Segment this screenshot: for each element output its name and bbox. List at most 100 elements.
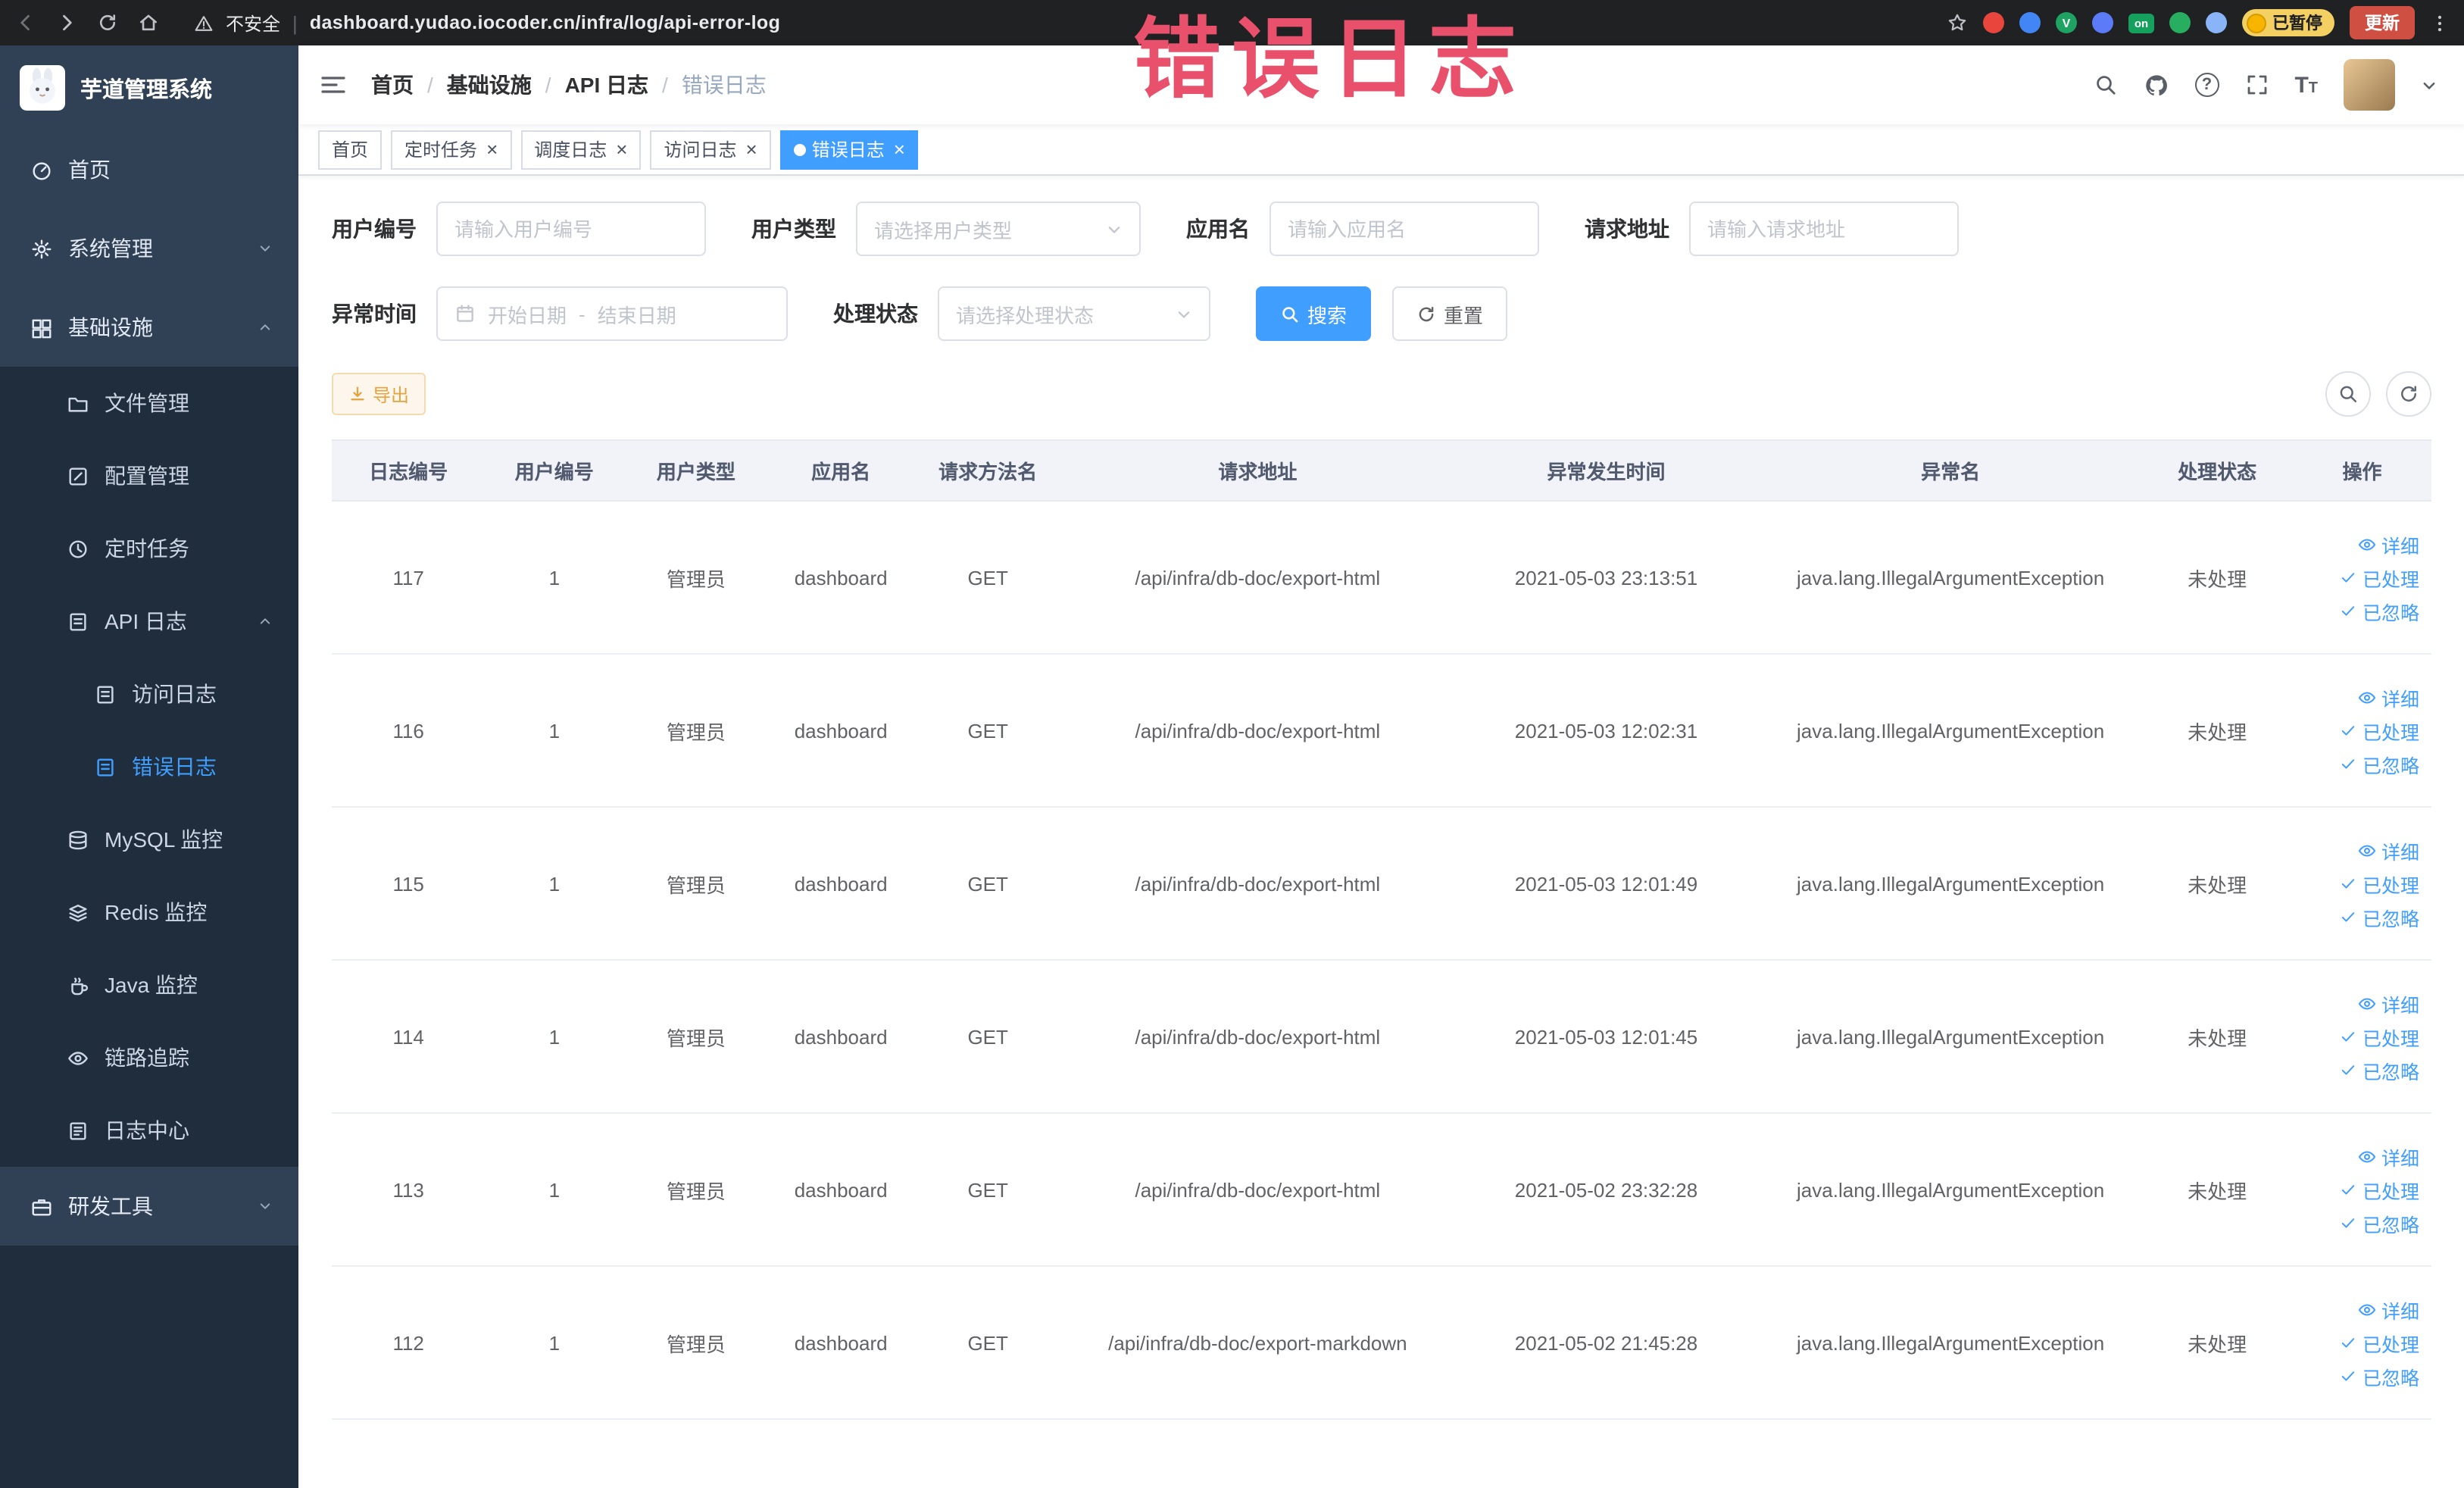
- filter-exception-time: 异常时间 开始日期 - 结束日期: [332, 286, 788, 341]
- extension-icon[interactable]: [2169, 12, 2191, 33]
- cell-id: 115: [332, 807, 486, 961]
- sidebar-item-java[interactable]: Java 监控: [0, 949, 298, 1021]
- extension-on-badge[interactable]: on: [2128, 13, 2154, 33]
- export-button[interactable]: 导出: [332, 373, 426, 415]
- row-action-detail[interactable]: 详细: [2357, 683, 2419, 711]
- row-action-processed[interactable]: 已处理: [2340, 716, 2419, 745]
- home-icon[interactable]: [138, 12, 159, 33]
- sidebar-item-job[interactable]: 定时任务: [0, 512, 298, 585]
- sidebar-collapse-icon[interactable]: [320, 73, 347, 97]
- fullscreen-icon[interactable]: [2244, 73, 2269, 97]
- caret-down-icon[interactable]: [2421, 77, 2437, 93]
- sidebar-item-file[interactable]: 文件管理: [0, 367, 298, 439]
- help-icon[interactable]: ?: [2194, 73, 2219, 97]
- sidebar-item-error-log[interactable]: 错误日志: [0, 730, 298, 803]
- refresh-table-button[interactable]: [2386, 371, 2431, 417]
- sidebar-item-label: 日志中心: [105, 1118, 189, 1143]
- sidebar-item-config[interactable]: 配置管理: [0, 439, 298, 512]
- close-icon[interactable]: ×: [894, 139, 905, 159]
- row-action-processed[interactable]: 已处理: [2340, 1022, 2419, 1051]
- view-eye-icon: [2357, 687, 2377, 707]
- search-button[interactable]: 搜索: [1256, 286, 1372, 341]
- sidebar-item-mysql[interactable]: MySQL 监控: [0, 803, 298, 876]
- user-id-input[interactable]: [436, 202, 706, 256]
- toggle-search-button[interactable]: [2325, 371, 2371, 417]
- row-action-processed[interactable]: 已处理: [2340, 869, 2419, 898]
- reset-button[interactable]: 重置: [1392, 286, 1508, 341]
- close-icon[interactable]: ×: [746, 139, 757, 159]
- sidebar-item-home[interactable]: 首页: [0, 130, 298, 209]
- sidebar-item-infra[interactable]: 基础设施: [0, 288, 298, 367]
- extension-icon[interactable]: [1983, 12, 2004, 33]
- browser-menu-icon[interactable]: [2430, 13, 2450, 33]
- row-action-processed[interactable]: 已处理: [2340, 1328, 2419, 1357]
- tab-access-log[interactable]: 访问日志 ×: [650, 130, 771, 169]
- back-icon[interactable]: [15, 12, 36, 33]
- breadcrumb-item[interactable]: 首页: [371, 70, 414, 100]
- filter-label: 处理状态: [833, 302, 918, 326]
- row-action-ignored[interactable]: 已忽略: [2340, 1055, 2419, 1084]
- row-action-detail[interactable]: 详细: [2357, 1295, 2419, 1324]
- view-eye-icon: [2357, 534, 2377, 554]
- extension-icon[interactable]: [2019, 12, 2041, 33]
- sidebar-item-label: 配置管理: [105, 464, 189, 488]
- row-action-detail[interactable]: 详细: [2357, 1142, 2419, 1171]
- filter-request-url: 请求地址: [1585, 202, 1959, 256]
- row-action-detail[interactable]: 详细: [2357, 989, 2419, 1018]
- sidebar-item-trace[interactable]: 链路追踪: [0, 1021, 298, 1094]
- extension-icon[interactable]: [2092, 12, 2113, 33]
- avatar[interactable]: [2344, 59, 2395, 111]
- row-action-detail[interactable]: 详细: [2357, 530, 2419, 558]
- tab-error-log[interactable]: 错误日志 ×: [779, 130, 919, 169]
- tabs-bar: 首页 定时任务 × 调度日志 × 访问日志 × 错误日志 ×: [298, 124, 2464, 176]
- star-icon[interactable]: [1947, 12, 1968, 33]
- sidebar-item-system[interactable]: 系统管理: [0, 209, 298, 288]
- date-end-placeholder: 结束日期: [597, 304, 676, 327]
- app-logo[interactable]: 芋道管理系统: [0, 45, 298, 130]
- date-range-picker[interactable]: 开始日期 - 结束日期: [436, 286, 788, 341]
- download-icon: [348, 385, 367, 403]
- tab-label: 定时任务: [404, 139, 478, 161]
- forward-icon[interactable]: [56, 12, 77, 33]
- row-action-ignored[interactable]: 已忽略: [2340, 596, 2419, 625]
- row-action-ignored[interactable]: 已忽略: [2340, 1208, 2419, 1237]
- sidebar-item-api-log[interactable]: API 日志: [0, 585, 298, 658]
- github-icon[interactable]: [2143, 72, 2169, 98]
- cell-status: 未处理: [2141, 1113, 2293, 1267]
- breadcrumb-item[interactable]: 基础设施: [447, 70, 532, 100]
- row-action-processed[interactable]: 已处理: [2340, 1175, 2419, 1204]
- close-icon[interactable]: ×: [616, 139, 627, 159]
- row-action-ignored[interactable]: 已忽略: [2340, 749, 2419, 778]
- tab-job-log[interactable]: 调度日志 ×: [520, 130, 642, 169]
- process-status-select[interactable]: 请选择处理状态: [938, 286, 1210, 341]
- cell-app: dashboard: [768, 1266, 913, 1420]
- reload-icon[interactable]: [97, 12, 118, 33]
- row-action-ignored[interactable]: 已忽略: [2340, 902, 2419, 931]
- address-bar[interactable]: 不安全 | dashboard.yudao.iocoder.cn/infra/l…: [194, 10, 1927, 36]
- breadcrumb-item[interactable]: API 日志: [565, 70, 648, 100]
- tab-job[interactable]: 定时任务 ×: [391, 130, 512, 169]
- sidebar-item-devtools[interactable]: 研发工具: [0, 1167, 298, 1246]
- row-action-processed[interactable]: 已处理: [2340, 563, 2419, 592]
- sidebar-item-log-center[interactable]: 日志中心: [0, 1094, 298, 1167]
- cell-exception: java.lang.IllegalArgumentException: [1759, 1113, 2142, 1267]
- breadcrumb: 首页 / 基础设施 / API 日志 / 错误日志: [371, 70, 767, 100]
- font-size-icon[interactable]: TT: [2294, 73, 2318, 96]
- sidebar-item-redis[interactable]: Redis 监控: [0, 876, 298, 949]
- sidebar-item-access-log[interactable]: 访问日志: [0, 658, 298, 730]
- extension-icon[interactable]: [2206, 12, 2227, 33]
- sidebar-item-label: 访问日志: [132, 682, 217, 706]
- extension-icon[interactable]: V: [2056, 12, 2077, 33]
- row-action-ignored[interactable]: 已忽略: [2340, 1361, 2419, 1390]
- paused-badge[interactable]: 已暂停: [2242, 9, 2334, 36]
- app-name-input[interactable]: [1269, 202, 1539, 256]
- cell-time: 2021-05-03 12:02:31: [1453, 654, 1760, 808]
- search-icon[interactable]: [2093, 73, 2117, 97]
- update-button[interactable]: 更新: [2350, 6, 2415, 39]
- close-icon[interactable]: ×: [486, 139, 498, 159]
- row-action-detail[interactable]: 详细: [2357, 836, 2419, 864]
- cell-method: GET: [913, 807, 1063, 961]
- user-type-select[interactable]: 请选择用户类型: [856, 202, 1141, 256]
- request-url-input[interactable]: [1689, 202, 1959, 256]
- tab-home[interactable]: 首页: [318, 130, 383, 169]
